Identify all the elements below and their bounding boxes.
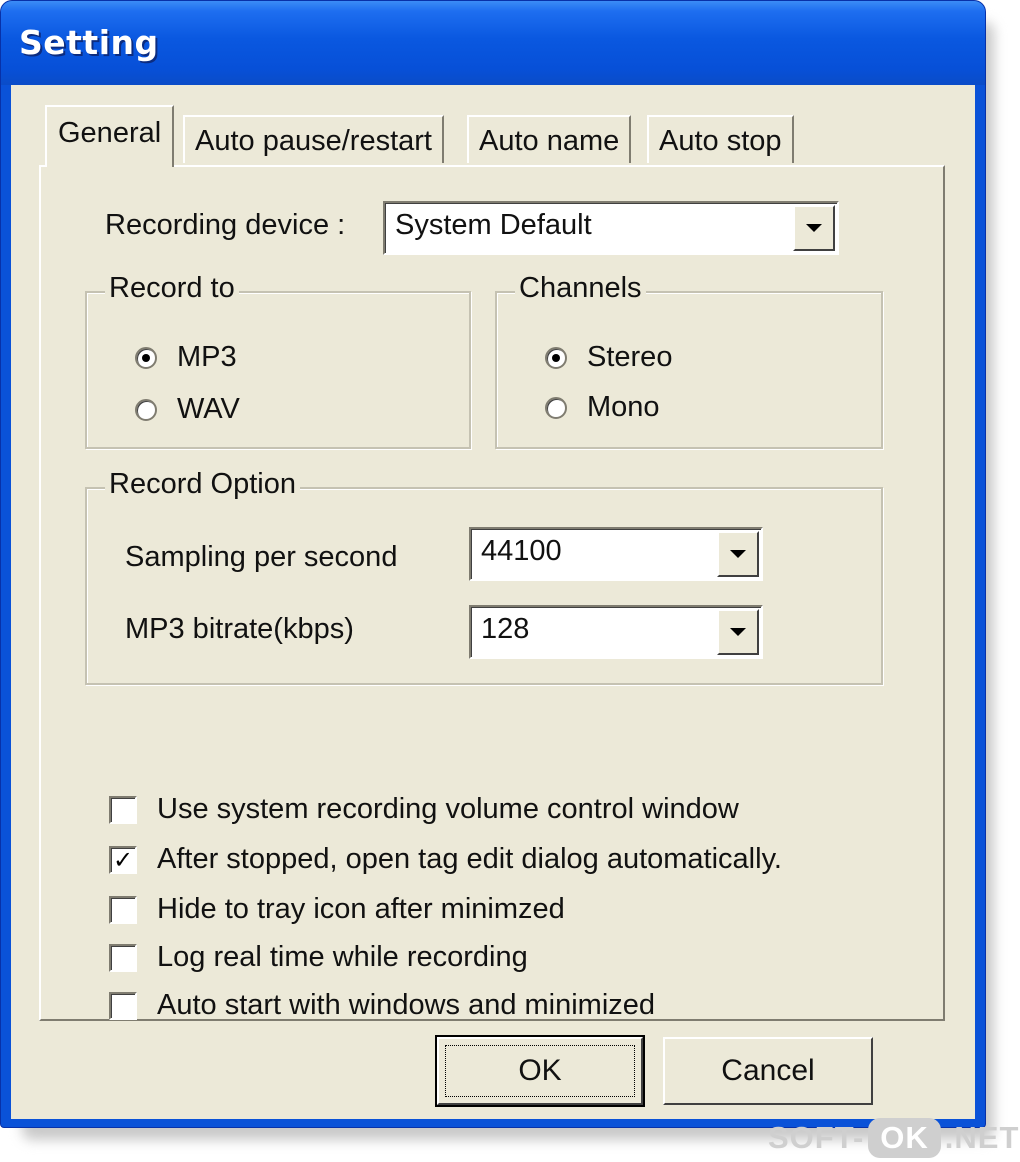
radio-mp3[interactable]: MP3 — [135, 341, 237, 374]
tab-auto-name-label: Auto name — [479, 125, 620, 157]
checkbox-open-tag-edit-box[interactable]: ✓ — [109, 845, 137, 874]
watermark: SOFT- OK .NET — [768, 1116, 1019, 1160]
radio-mp3-indicator[interactable] — [135, 346, 157, 369]
radio-mp3-label: MP3 — [177, 341, 237, 373]
checkbox-open-tag-edit-label: After stopped, open tag edit dialog auto… — [157, 843, 782, 875]
checkmark-icon: ✓ — [112, 845, 134, 874]
record-option-legend: Record Option — [105, 468, 300, 501]
tab-auto-stop[interactable]: Auto stop — [647, 115, 794, 163]
tab-auto-name[interactable]: Auto name — [467, 115, 632, 163]
checkbox-auto-start[interactable]: Auto start with windows and minimized — [109, 989, 655, 1022]
record-to-legend: Record to — [105, 272, 239, 305]
watermark-right: .NET — [944, 1120, 1020, 1155]
radio-wav[interactable]: WAV — [135, 393, 240, 426]
channels-group: Channels Stereo Mono — [495, 272, 883, 449]
radio-mono-label: Mono — [587, 391, 660, 423]
radio-stereo[interactable]: Stereo — [545, 341, 672, 374]
radio-wav-label: WAV — [177, 393, 240, 425]
checkbox-log-real-time[interactable]: Log real time while recording — [109, 941, 528, 974]
recording-device-value: System Default — [395, 209, 592, 241]
sampling-per-second-value: 44100 — [481, 535, 562, 567]
checkbox-hide-to-tray-label: Hide to tray icon after minimzed — [157, 893, 565, 925]
radio-stereo-label: Stereo — [587, 341, 673, 373]
chevron-down-icon — [730, 628, 746, 636]
watermark-middle: OK — [868, 1118, 941, 1158]
recording-device-select[interactable]: System Default — [383, 201, 839, 255]
settings-dialog: Setting General Auto pause/restart Auto … — [0, 0, 986, 1128]
sampling-per-second-label: Sampling per second — [125, 541, 398, 573]
radio-mono[interactable]: Mono — [545, 391, 660, 424]
checkbox-use-system-volume[interactable]: Use system recording volume control wind… — [109, 793, 739, 826]
mp3-bitrate-select[interactable]: 128 — [469, 605, 763, 659]
checkbox-auto-start-box[interactable] — [109, 991, 137, 1020]
mp3-bitrate-label: MP3 bitrate(kbps) — [125, 613, 354, 645]
recording-device-label: Recording device : — [105, 209, 346, 241]
ok-button-label: OK — [518, 1054, 562, 1087]
radio-stereo-indicator[interactable] — [545, 346, 567, 369]
tab-auto-pause-restart-label: Auto pause/restart — [195, 125, 432, 157]
checkbox-use-system-volume-box[interactable] — [109, 795, 137, 824]
recording-device-dropdown-button[interactable] — [793, 205, 835, 251]
record-to-group: Record to MP3 WAV — [85, 272, 471, 449]
ok-button[interactable]: OK — [435, 1035, 645, 1107]
general-tab-panel: Recording device : System Default Record… — [39, 165, 945, 1021]
channels-legend: Channels — [515, 272, 646, 305]
tab-auto-stop-label: Auto stop — [659, 125, 782, 157]
sampling-per-second-select[interactable]: 44100 — [469, 527, 763, 581]
checkbox-log-real-time-label: Log real time while recording — [157, 941, 528, 973]
bitrate-dropdown-button[interactable] — [717, 609, 759, 655]
title-bar[interactable]: Setting — [1, 1, 985, 85]
cancel-button[interactable]: Cancel — [663, 1037, 873, 1105]
checkbox-hide-to-tray-box[interactable] — [109, 895, 137, 924]
sampling-dropdown-button[interactable] — [717, 531, 759, 577]
chevron-down-icon — [806, 224, 822, 232]
checkbox-open-tag-edit[interactable]: ✓ After stopped, open tag edit dialog au… — [109, 843, 782, 876]
checkbox-auto-start-label: Auto start with windows and minimized — [157, 989, 656, 1021]
dialog-body: General Auto pause/restart Auto name Aut… — [11, 85, 975, 1119]
checkbox-use-system-volume-label: Use system recording volume control wind… — [157, 793, 739, 825]
tab-general-label: General — [58, 117, 162, 149]
cancel-button-label: Cancel — [721, 1054, 815, 1087]
tab-general[interactable]: General — [45, 105, 175, 167]
chevron-down-icon — [730, 550, 746, 558]
checkbox-hide-to-tray[interactable]: Hide to tray icon after minimzed — [109, 893, 565, 926]
checkbox-log-real-time-box[interactable] — [109, 943, 137, 972]
radio-mono-indicator[interactable] — [545, 396, 567, 419]
watermark-left: SOFT- — [768, 1120, 865, 1155]
radio-wav-indicator[interactable] — [135, 398, 157, 421]
record-option-group: Record Option Sampling per second 44100 … — [85, 468, 883, 685]
window-title: Setting — [19, 23, 159, 62]
mp3-bitrate-value: 128 — [481, 613, 530, 645]
tab-auto-pause-restart[interactable]: Auto pause/restart — [183, 115, 444, 163]
